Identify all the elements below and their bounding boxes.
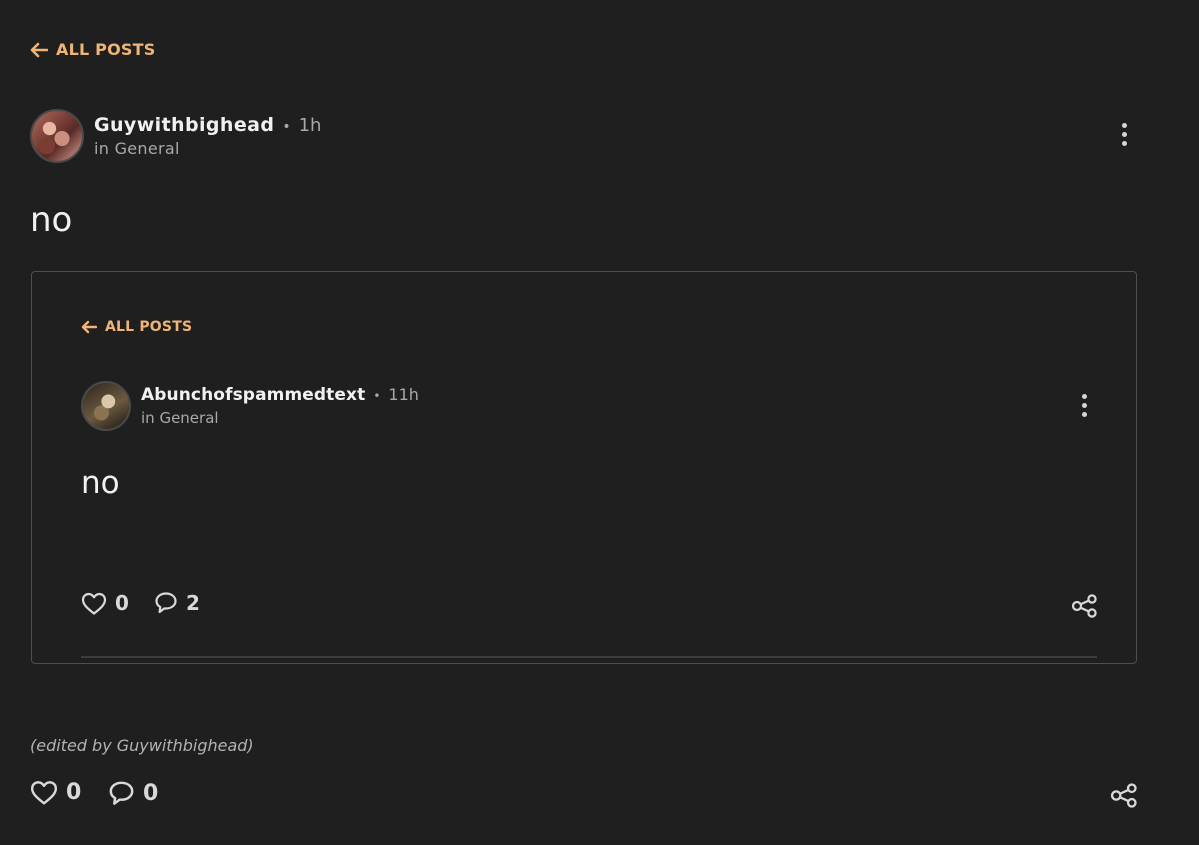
embedded-author-avatar[interactable] (81, 381, 131, 431)
embedded-post-body: no (81, 465, 120, 501)
comment-button[interactable]: 0 (108, 780, 158, 807)
embedded-post-time: 11h (388, 385, 419, 405)
like-button[interactable]: 0 (30, 780, 81, 805)
share-button[interactable] (1110, 783, 1138, 808)
post-page: ALL POSTS Guywithbighead • 1h in General… (0, 0, 1199, 845)
author-info: Guywithbighead • 1h in General (94, 114, 321, 159)
speech-bubble-icon (109, 781, 134, 805)
embedded-author-name[interactable]: Abunchofspammedtext (141, 385, 365, 405)
post-header: Guywithbighead • 1h in General (30, 109, 321, 163)
embedded-post-header: Abunchofspammedtext • 11h in General (81, 381, 419, 431)
edited-note: (edited by Guywithbighead) (30, 736, 254, 755)
embedded-comment-button[interactable]: 2 (154, 591, 200, 615)
embedded-all-posts-label: ALL POSTS (105, 319, 193, 335)
arrow-left-icon (81, 320, 97, 334)
kebab-menu-icon[interactable] (1114, 123, 1134, 146)
separator-dot: • (373, 389, 381, 404)
speech-bubble-icon (155, 592, 177, 614)
all-posts-link[interactable]: ALL POSTS (30, 40, 155, 59)
author-avatar[interactable] (30, 109, 84, 163)
embedded-comment-count: 2 (186, 591, 200, 615)
like-count: 0 (66, 780, 82, 805)
embedded-like-count: 0 (115, 591, 129, 615)
embedded-all-posts-link[interactable]: ALL POSTS (81, 319, 192, 335)
arrow-left-icon (30, 42, 48, 57)
embedded-author-info: Abunchofspammedtext • 11h in General (141, 385, 419, 426)
all-posts-label: ALL POSTS (56, 40, 156, 59)
share-icon (1071, 594, 1097, 618)
author-name[interactable]: Guywithbighead (94, 114, 274, 137)
embedded-divider (81, 656, 1097, 658)
comment-count: 0 (143, 781, 159, 806)
embedded-share-button[interactable] (1071, 594, 1098, 618)
post-category[interactable]: in General (94, 139, 321, 158)
separator-dot: • (282, 118, 291, 135)
post-time: 1h (298, 114, 322, 136)
heart-icon (81, 592, 107, 615)
share-icon (1110, 783, 1137, 808)
embedded-post-category[interactable]: in General (141, 409, 419, 427)
embedded-like-button[interactable]: 0 (81, 591, 129, 615)
heart-icon (30, 781, 58, 805)
post-body: no (30, 200, 73, 240)
kebab-menu-icon[interactable] (1074, 394, 1094, 417)
